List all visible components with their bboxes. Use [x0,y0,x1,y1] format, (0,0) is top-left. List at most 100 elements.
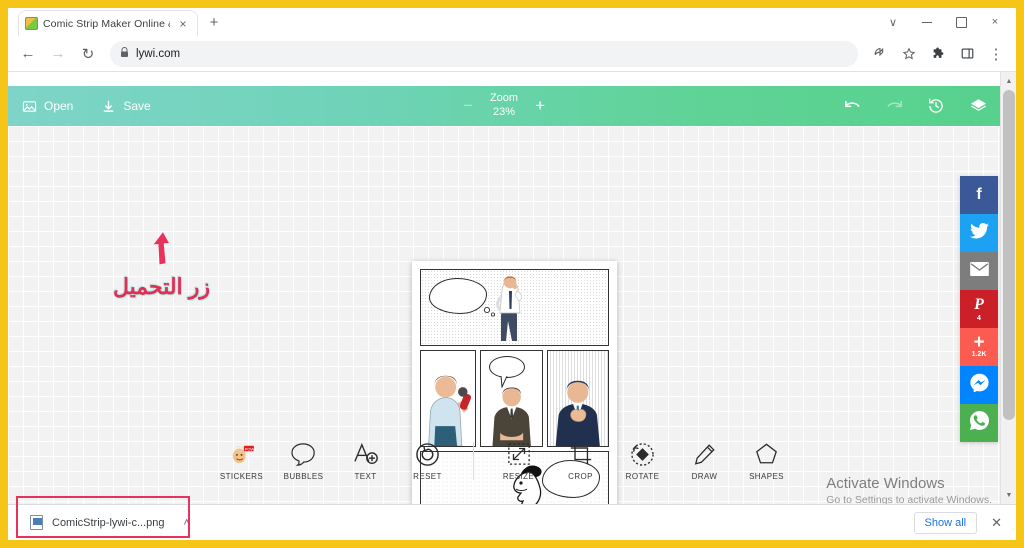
share-count: 1.2K [971,351,987,358]
tool-label: RESIZE [502,472,535,481]
rotate-icon [630,441,655,467]
tool-stickers[interactable]: POW! STICKERS [211,441,273,481]
puzzle-icon[interactable] [924,40,952,68]
share-messenger-button[interactable] [960,366,998,404]
bookmark-star-icon[interactable] [895,40,923,68]
tool-crop[interactable]: CROP [550,441,612,481]
tool-bubbles[interactable]: BUBBLES [273,441,335,481]
chevron-down-icon[interactable]: ∨ [876,9,910,35]
address-bar[interactable]: lywi.com [110,40,858,67]
redo-icon[interactable] [884,96,904,116]
editor-toolbar: Open Save − Zoom 23% + [8,86,1000,126]
save-button[interactable]: Save [87,86,164,126]
tool-draw[interactable]: DRAW [674,441,736,481]
tool-group-right: RESIZE CROP ROTATE DRAW SHAPES [488,441,798,481]
download-shelf: ComicStrip-lywi-c...png ˄ Show all ✕ [8,496,1016,540]
tab-title: Comic Strip Maker Online & Free [43,17,170,30]
reset-icon [415,441,440,467]
tool-rotate[interactable]: ROTATE [612,441,674,481]
pencil-icon [693,441,717,467]
annotation-text: زر التحميل [113,274,211,299]
undo-icon[interactable] [842,96,862,116]
tool-bar: POW! STICKERS BUBBLES TEXT RESET RESIZE … [8,430,1000,492]
image-icon [22,99,37,114]
plus-icon: + [973,332,985,353]
window-controls: ∨ × [876,8,1012,36]
tool-label: SHAPES [749,472,784,481]
text-add-icon [353,441,379,467]
zoom-in-button[interactable]: + [532,96,548,116]
side-panel-icon[interactable] [953,40,981,68]
history-icon[interactable] [926,96,946,116]
tool-shapes[interactable]: SHAPES [736,441,798,481]
reload-icon[interactable]: ↻ [74,40,102,68]
zoom-value: 23% [492,106,516,118]
minimize-button[interactable] [910,9,944,35]
svg-text:POW!: POW! [244,446,254,451]
editor-toolbar-right [842,96,988,116]
sticker-icon: POW! [229,441,255,467]
share-email-button[interactable] [960,252,998,290]
new-tab-button[interactable]: + [206,14,222,31]
share-twitter-button[interactable] [960,214,998,252]
show-all-downloads-button[interactable]: Show all [913,511,978,534]
figure-thinking-man [493,275,535,345]
download-icon [101,99,116,114]
tool-label: STICKERS [219,472,264,481]
share-more-button[interactable]: + 1.2K [960,328,998,366]
email-icon [969,261,989,281]
browser-window: Comic Strip Maker Online & Free × + ∨ × … [0,0,1024,548]
scroll-down-icon[interactable]: ▼ [1001,487,1016,503]
tab-strip: Comic Strip Maker Online & Free × + ∨ × [8,8,1016,36]
comic-panel-1[interactable] [420,269,609,346]
tool-label: ROTATE [625,472,660,481]
tab-comic-strip-maker[interactable]: Comic Strip Maker Online & Free × [18,10,198,36]
layers-icon[interactable] [968,96,988,116]
page-scrollbar[interactable]: ▲ ▼ [1000,72,1016,540]
share-icon[interactable] [866,40,894,68]
comic-favicon [25,17,38,30]
tool-label: TEXT [354,472,377,481]
comic-editor-app: Open Save − Zoom 23% + زر التحميل POW! S… [8,72,1016,540]
share-facebook-button[interactable]: f [960,176,998,214]
thought-bubble [429,278,487,314]
speech-bubble-icon [290,441,318,467]
tool-reset[interactable]: RESET [397,441,459,481]
share-whatsapp-button[interactable] [960,404,998,442]
close-shelf-icon[interactable]: ✕ [991,515,1002,531]
tool-resize[interactable]: RESIZE [488,441,550,481]
maximize-button[interactable] [944,9,978,35]
tool-text[interactable]: TEXT [335,441,397,481]
window-close-button[interactable]: × [978,9,1012,35]
annotation-arrow-icon [148,230,182,279]
whatsapp-icon [969,411,989,435]
tool-group-left: POW! STICKERS BUBBLES TEXT RESET [211,441,459,481]
resize-icon [507,441,531,467]
facebook-icon: f [976,186,982,203]
zoom-label: Zoom [489,92,519,105]
tool-label: CROP [568,472,593,481]
zoom-out-button[interactable]: − [460,96,476,116]
zoom-readout: Zoom 23% [490,92,518,120]
back-icon[interactable]: ← [14,40,42,68]
pinterest-count: 4 [977,315,981,322]
scroll-up-icon[interactable]: ▲ [1001,73,1016,89]
open-label: Open [44,99,74,113]
crop-icon [569,441,593,467]
pinterest-icon: P [974,296,984,313]
close-icon[interactable]: × [175,16,191,32]
tool-label: DRAW [691,472,718,481]
share-pinterest-button[interactable]: P 4 [960,290,998,328]
messenger-icon [969,373,989,397]
browser-menu-icon[interactable]: ⋮ [982,40,1010,68]
pentagon-icon [754,441,779,467]
twitter-icon [969,222,989,244]
url-text: lywi.com [136,47,181,60]
scrollbar-thumb[interactable] [1003,90,1015,420]
navigation-bar: ← → ↻ lywi.com ⋮ [8,36,1016,72]
tool-divider [472,442,474,480]
social-share-rail: f P 4 + 1.2K [960,176,998,442]
tool-label: RESET [413,472,442,481]
forward-icon[interactable]: → [44,40,72,68]
open-button[interactable]: Open [8,86,87,126]
